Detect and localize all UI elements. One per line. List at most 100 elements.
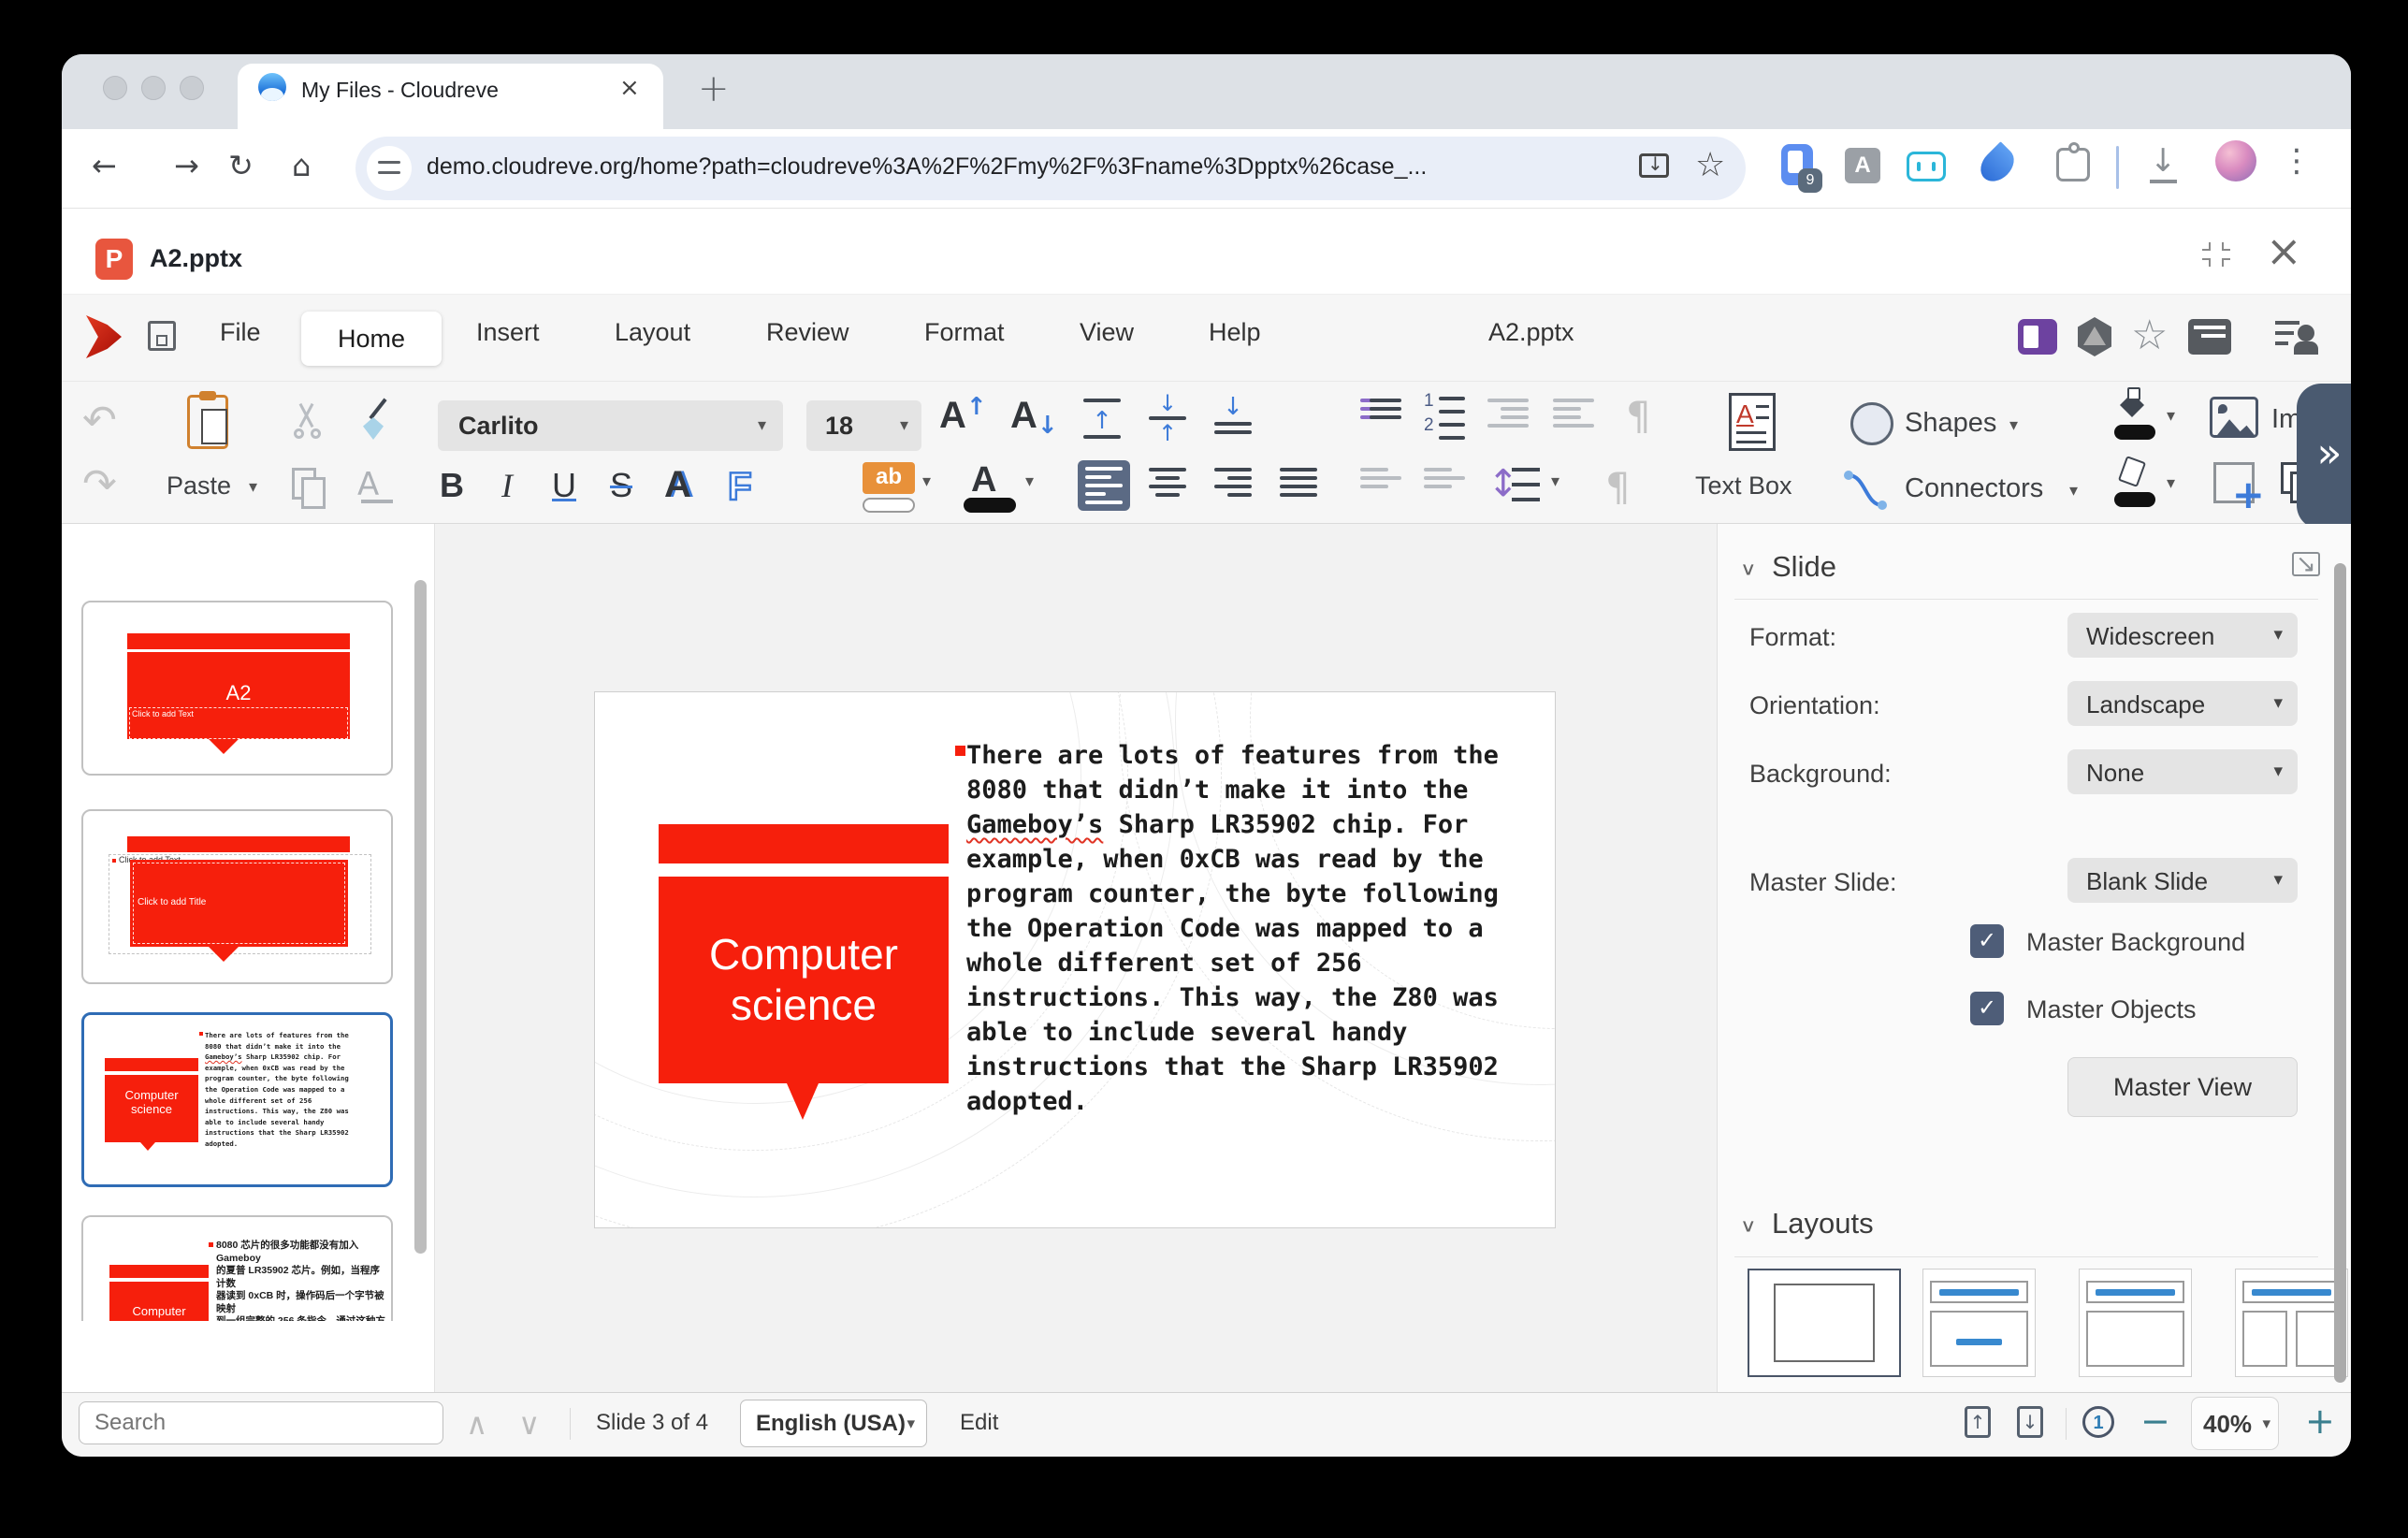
menu-format[interactable]: Format <box>924 318 1005 347</box>
layout-title-content[interactable] <box>1922 1269 2036 1377</box>
connectors-dropdown-icon[interactable]: ▾ <box>2069 481 2078 501</box>
language-select[interactable]: English (USA) ▾ <box>740 1400 927 1447</box>
zoom-in-icon[interactable]: + <box>2305 1400 2335 1442</box>
slide-title-callout[interactable]: Computer science <box>659 877 949 1083</box>
back-icon[interactable]: ← <box>92 148 117 183</box>
zoom-out-icon[interactable]: − <box>2140 1400 2170 1442</box>
slide-title-bar-shape[interactable] <box>659 824 949 863</box>
font-color-icon[interactable]: A <box>971 460 996 501</box>
paste-dropdown-icon[interactable]: ▾ <box>249 477 257 497</box>
align-top-icon[interactable]: ↑ <box>1083 399 1121 439</box>
install-app-icon[interactable]: ↓ <box>1639 153 1669 178</box>
clear-format-icon[interactable]: A <box>357 468 399 509</box>
decrease-indent-icon[interactable] <box>1487 399 1529 428</box>
zoom-level-select[interactable]: 40% ▾ <box>2191 1397 2279 1450</box>
slide-body-text[interactable]: There are lots of features from the 8080… <box>966 738 1528 1119</box>
highlight-color-icon[interactable]: ab <box>863 462 915 494</box>
master-view-button[interactable]: Master View <box>2067 1057 2298 1117</box>
layout-two-content[interactable] <box>2235 1269 2348 1377</box>
move-up-icon[interactable] <box>1360 468 1401 488</box>
bold-button[interactable]: B <box>440 466 464 505</box>
toolbar-expand-flap[interactable]: » <box>2297 384 2351 530</box>
menu-layout[interactable]: Layout <box>615 318 690 347</box>
decrease-font-icon[interactable]: A↓ <box>1010 395 1058 437</box>
thumbnail-slide-1[interactable]: A2 Click to add Text <box>81 601 393 776</box>
format-select[interactable]: Widescreen▾ <box>2067 613 2298 658</box>
menu-home-active[interactable]: Home <box>301 312 442 366</box>
undo-icon[interactable]: ↶ <box>82 397 117 444</box>
background-select[interactable]: None▾ <box>2067 749 2298 794</box>
forward-icon[interactable]: → <box>174 148 199 183</box>
font-size-select[interactable]: 18 ▾ <box>806 400 921 451</box>
align-justify-button[interactable] <box>1280 468 1317 497</box>
shape-outline-icon[interactable] <box>2114 460 2155 513</box>
menu-view[interactable]: View <box>1080 318 1134 347</box>
extension-a-icon[interactable]: A <box>1845 148 1880 183</box>
fit-slide-icon[interactable]: 1 <box>2082 1406 2114 1438</box>
site-settings-icon[interactable] <box>367 146 412 191</box>
thumbnail-slide-4[interactable]: 8080 芯片的很多功能都没有加入 Gameboy 的夏普 LR35902 芯片… <box>81 1215 393 1321</box>
orientation-select[interactable]: Landscape▾ <box>2067 681 2298 726</box>
panel-expand-icon[interactable]: ↘ <box>2292 552 2320 576</box>
add-slide-icon[interactable]: + <box>2213 462 2255 503</box>
paragraph-settings-icon[interactable]: ¶ <box>1605 464 1631 510</box>
edit-mode-label[interactable]: Edit <box>960 1410 998 1436</box>
panel-scrollbar[interactable] <box>2334 563 2346 1383</box>
tab-close-icon[interactable]: × <box>619 74 640 102</box>
save-icon[interactable] <box>148 321 176 351</box>
insert-image-icon[interactable] <box>2210 397 2258 438</box>
increase-font-icon[interactable]: A↑ <box>939 395 987 437</box>
extensions-puzzle-icon[interactable] <box>2056 148 2090 181</box>
browser-tab[interactable]: My Files - Cloudreve × <box>238 64 663 129</box>
url-text[interactable]: demo.cloudreve.org/home?path=cloudreve%3… <box>427 153 1427 181</box>
slide-3-editor[interactable]: Computer science There are lots of featu… <box>594 691 1556 1228</box>
favorites-star-icon[interactable]: ☆ <box>2131 312 2168 359</box>
highlight-dropdown-icon[interactable]: ▾ <box>922 472 931 491</box>
bullets-icon[interactable] <box>1360 399 1401 419</box>
line-spacing-dropdown-icon[interactable]: ▾ <box>1551 472 1559 491</box>
superscript-button[interactable]: A <box>664 464 691 506</box>
slide-section-title[interactable]: Slide <box>1772 550 1836 584</box>
gem-icon[interactable] <box>2076 317 2113 356</box>
home-icon[interactable]: ⌂ <box>292 148 311 183</box>
master-objects-checkbox[interactable]: ✓ <box>1970 992 2004 1025</box>
align-left-button-active[interactable] <box>1078 460 1130 511</box>
line-spacing-icon[interactable]: ↕ <box>1487 460 1544 513</box>
thumbnail-slide-3-selected[interactable]: Computer science There are lots of featu… <box>81 1012 393 1187</box>
align-middle-icon[interactable]: ↓ ↑ <box>1149 395 1186 442</box>
move-down-icon[interactable] <box>1424 468 1465 488</box>
card-icon[interactable] <box>2188 319 2231 355</box>
extension-bilibili-icon[interactable] <box>1907 152 1946 181</box>
layout-blank-selected[interactable] <box>1748 1269 1901 1377</box>
shapes-dropdown-icon[interactable]: ▾ <box>2009 415 2018 435</box>
increase-indent-icon[interactable] <box>1553 399 1594 428</box>
shape-outline-dropdown-icon[interactable]: ▾ <box>2167 473 2175 493</box>
layouts-section-chevron-icon[interactable]: ∨ <box>1740 1215 1757 1236</box>
shapes-label[interactable]: Shapes <box>1905 408 1996 439</box>
slide-section-chevron-icon[interactable]: ∨ <box>1740 559 1757 579</box>
new-tab-button[interactable]: + <box>698 67 730 110</box>
italic-button[interactable]: I <box>501 466 513 505</box>
align-right-button[interactable] <box>1214 468 1252 497</box>
extension-phone-icon[interactable]: 9 <box>1781 144 1813 185</box>
connectors-icon[interactable] <box>1841 468 1890 513</box>
extension-drop-icon[interactable] <box>1974 141 2020 187</box>
traffic-light-minimize[interactable] <box>141 76 166 100</box>
thumbnail-slide-2[interactable]: Click to add Text Click to add Title <box>81 809 393 984</box>
cut-icon[interactable] <box>288 402 327 442</box>
search-input[interactable] <box>79 1401 443 1444</box>
font-color-dropdown-icon[interactable]: ▾ <box>1025 472 1034 491</box>
fit-page-icon[interactable]: ↑ <box>1965 1406 1991 1438</box>
address-bar[interactable]: demo.cloudreve.org/home?path=cloudreve%3… <box>355 137 1746 200</box>
copy-style-icon[interactable] <box>357 397 395 445</box>
master-slide-select[interactable]: Blank Slide▾ <box>2067 858 2298 903</box>
text-box-icon[interactable]: A <box>1729 393 1776 451</box>
copy-icon[interactable] <box>292 468 316 500</box>
close-preview-icon[interactable]: × <box>2266 225 2302 276</box>
menu-help[interactable]: Help <box>1209 318 1261 347</box>
profile-avatar[interactable] <box>2215 140 2256 181</box>
thumbnails-scrollbar[interactable] <box>414 580 427 1254</box>
numbering-icon[interactable]: 1 2 <box>1424 391 1465 443</box>
search-prev-icon[interactable]: ∧ <box>466 1406 487 1442</box>
align-bottom-icon[interactable]: ↓ <box>1214 397 1252 434</box>
